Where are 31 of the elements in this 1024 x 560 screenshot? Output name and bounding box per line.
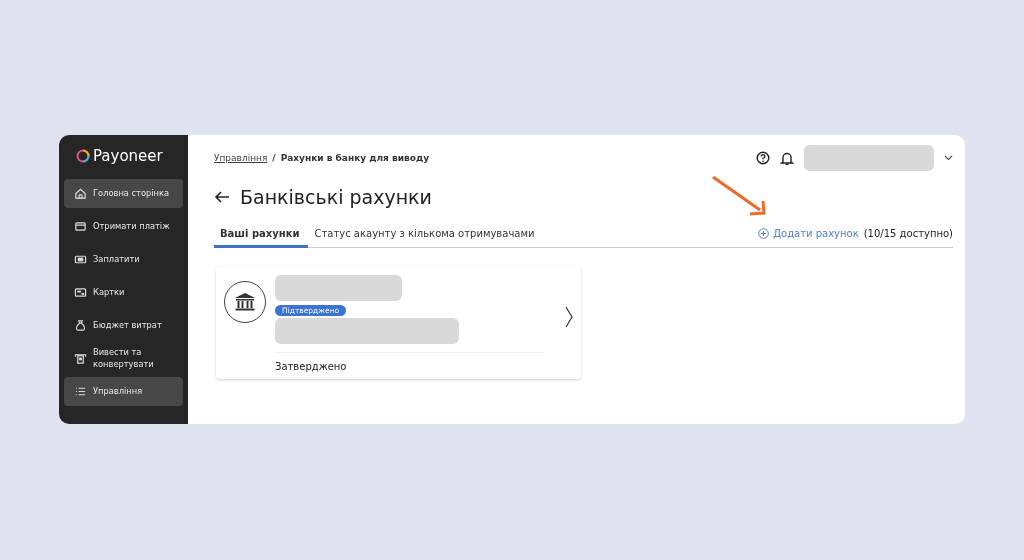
sidebar-item[interactable]: Отримати платіж (64, 212, 183, 241)
logo-text: Payoneer (93, 147, 163, 165)
available-count: (10/15 доступно) (863, 227, 953, 239)
breadcrumb-link[interactable]: Управління (214, 153, 268, 163)
back-arrow-icon[interactable] (214, 191, 230, 203)
notification-bell-icon[interactable] (780, 150, 794, 166)
list-icon (74, 385, 87, 398)
sidebar-item[interactable]: Бюджет витрат (64, 311, 183, 340)
plus-circle-icon (758, 227, 770, 239)
home-icon (74, 187, 87, 200)
sidebar-item[interactable]: Головна сторінка (64, 179, 183, 208)
add-account-link[interactable]: Додати рахунок (758, 227, 859, 239)
page-title: Банківські рахунки (240, 186, 432, 208)
logo-icon (76, 149, 90, 163)
tab[interactable]: Ваші рахунки (214, 224, 309, 248)
sidebar-item[interactable]: Картки (64, 278, 183, 307)
card-icon (74, 286, 87, 299)
cash-icon (74, 253, 87, 266)
wallet-icon (74, 220, 87, 233)
bag-icon (74, 319, 87, 332)
account-status: Затверджено (275, 351, 543, 372)
sidebar-item[interactable]: Вивести та конвертувати (64, 344, 183, 373)
sidebar-item[interactable]: Управління (64, 377, 183, 406)
atm-icon (74, 352, 87, 365)
chevron-right-icon[interactable] (565, 305, 573, 328)
help-icon[interactable] (756, 151, 770, 165)
tab[interactable]: Статус акаунту з кількома отримувачами (308, 224, 544, 248)
chevron-down-icon[interactable] (944, 155, 953, 161)
breadcrumb-current: Рахунки в банку для виводу (280, 153, 430, 163)
sidebar-item[interactable]: Заплатити (64, 245, 183, 274)
breadcrumb-separator: / (272, 153, 276, 163)
